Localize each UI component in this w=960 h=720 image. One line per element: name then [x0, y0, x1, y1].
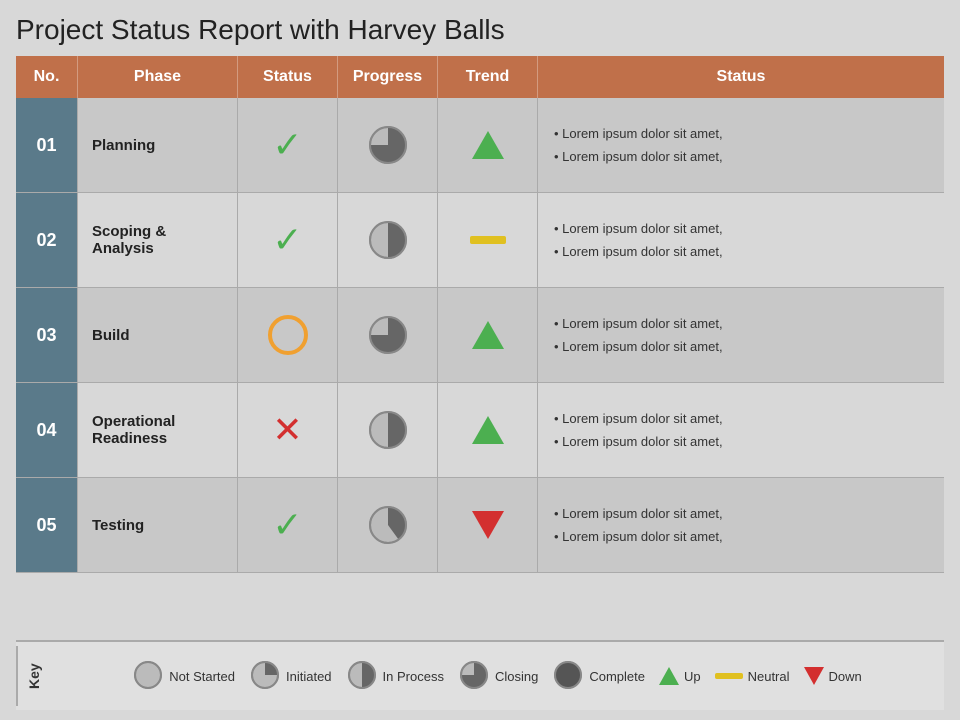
- row-trend: [438, 383, 538, 477]
- header-no: No.: [16, 56, 78, 98]
- legend-items: Not Started Initiated In Process Closing…: [60, 659, 934, 694]
- legend-label: Neutral: [748, 669, 790, 684]
- row-no: 01: [16, 98, 78, 192]
- legend-label: Up: [684, 669, 701, 684]
- legend-item: Initiated: [249, 659, 332, 694]
- row-progress: [338, 98, 438, 192]
- header-phase: Phase: [78, 56, 238, 98]
- row-phase: Build: [78, 288, 238, 382]
- legend-item: Complete: [552, 659, 645, 694]
- legend-harvey-icon: [346, 659, 378, 694]
- legend-harvey-icon: [249, 659, 281, 694]
- row-no: 03: [16, 288, 78, 382]
- check-icon: ✓: [272, 127, 302, 163]
- table-wrapper: No. Phase Status Progress Trend Status 0…: [16, 56, 944, 640]
- row-status-detail: • Lorem ipsum dolor sit amet, • Lorem ips…: [538, 383, 944, 477]
- row-status: [238, 288, 338, 382]
- arrow-up-icon: [472, 416, 504, 444]
- page-title: Project Status Report with Harvey Balls: [16, 14, 944, 46]
- status-text: • Lorem ipsum dolor sit amet,: [554, 337, 723, 357]
- header-trend: Trend: [438, 56, 538, 98]
- legend-item: Up: [659, 667, 701, 685]
- row-status-detail: • Lorem ipsum dolor sit amet, • Lorem ips…: [538, 478, 944, 572]
- row-no: 02: [16, 193, 78, 287]
- table-header: No. Phase Status Progress Trend Status: [16, 56, 944, 98]
- arrow-up-icon: [472, 321, 504, 349]
- legend-item: In Process: [346, 659, 444, 694]
- table-row: 02 Scoping & Analysis ✓ • Lorem ipsum do…: [16, 193, 944, 288]
- legend-label: Complete: [589, 669, 645, 684]
- status-text: • Lorem ipsum dolor sit amet,: [554, 409, 723, 429]
- row-progress: [338, 383, 438, 477]
- legend-harvey-icon: [552, 659, 584, 694]
- circle-orange-icon: [268, 315, 308, 355]
- status-text: • Lorem ipsum dolor sit amet,: [554, 527, 723, 547]
- row-trend: [438, 478, 538, 572]
- check-icon: ✓: [272, 507, 302, 543]
- arrow-up-icon: [472, 131, 504, 159]
- legend-label: Down: [829, 669, 862, 684]
- status-text: • Lorem ipsum dolor sit amet,: [554, 314, 723, 334]
- legend-label: Closing: [495, 669, 538, 684]
- row-trend: [438, 193, 538, 287]
- legend-label: Initiated: [286, 669, 332, 684]
- legend-label: In Process: [383, 669, 444, 684]
- row-status-detail: • Lorem ipsum dolor sit amet, • Lorem ips…: [538, 98, 944, 192]
- header-status2: Status: [538, 56, 944, 98]
- row-status-detail: • Lorem ipsum dolor sit amet, • Lorem ips…: [538, 193, 944, 287]
- status-text: • Lorem ipsum dolor sit amet,: [554, 219, 723, 239]
- row-trend: [438, 288, 538, 382]
- status-text: • Lorem ipsum dolor sit amet,: [554, 147, 723, 167]
- row-no: 05: [16, 478, 78, 572]
- row-status: ✓: [238, 98, 338, 192]
- check-icon: ✓: [272, 222, 302, 258]
- legend-arrow-up-icon: [659, 667, 679, 685]
- legend-arrow-down-icon: [804, 667, 824, 685]
- row-progress: [338, 288, 438, 382]
- row-status: ✕: [238, 383, 338, 477]
- row-phase: Planning: [78, 98, 238, 192]
- legend-neutral-icon: [715, 673, 743, 679]
- table-row: 01 Planning ✓ • Lorem ipsum dolor sit am…: [16, 98, 944, 193]
- legend-item: Not Started: [132, 659, 235, 694]
- row-progress: [338, 193, 438, 287]
- legend-item: Neutral: [715, 669, 790, 684]
- legend-harvey-icon: [458, 659, 490, 694]
- row-progress: [338, 478, 438, 572]
- legend-item: Closing: [458, 659, 538, 694]
- row-status-detail: • Lorem ipsum dolor sit amet, • Lorem ips…: [538, 288, 944, 382]
- status-text: • Lorem ipsum dolor sit amet,: [554, 504, 723, 524]
- legend-label: Not Started: [169, 669, 235, 684]
- neutral-icon: [470, 236, 506, 244]
- row-trend: [438, 98, 538, 192]
- row-no: 04: [16, 383, 78, 477]
- table-row: 05 Testing ✓ • Lorem ipsum dolor sit ame…: [16, 478, 944, 573]
- row-phase: Operational Readiness: [78, 383, 238, 477]
- header-status: Status: [238, 56, 338, 98]
- table-body: 01 Planning ✓ • Lorem ipsum dolor sit am…: [16, 98, 944, 640]
- header-progress: Progress: [338, 56, 438, 98]
- row-status: ✓: [238, 478, 338, 572]
- table-row: 04 Operational Readiness ✕ • Lorem ipsum…: [16, 383, 944, 478]
- row-phase: Testing: [78, 478, 238, 572]
- status-text: • Lorem ipsum dolor sit amet,: [554, 432, 723, 452]
- cross-icon: ✕: [272, 412, 302, 448]
- legend-bar: Key Not Started Initiated In Process Clo…: [16, 640, 944, 710]
- status-text: • Lorem ipsum dolor sit amet,: [554, 242, 723, 262]
- page-wrapper: Project Status Report with Harvey Balls …: [0, 0, 960, 720]
- row-status: ✓: [238, 193, 338, 287]
- arrow-down-icon: [472, 511, 504, 539]
- legend-key-label: Key: [16, 646, 50, 706]
- legend-item: Down: [804, 667, 862, 685]
- status-text: • Lorem ipsum dolor sit amet,: [554, 124, 723, 144]
- legend-harvey-icon: [132, 659, 164, 694]
- table-row: 03 Build • Lorem ipsum dolor sit amet,• …: [16, 288, 944, 383]
- row-phase: Scoping & Analysis: [78, 193, 238, 287]
